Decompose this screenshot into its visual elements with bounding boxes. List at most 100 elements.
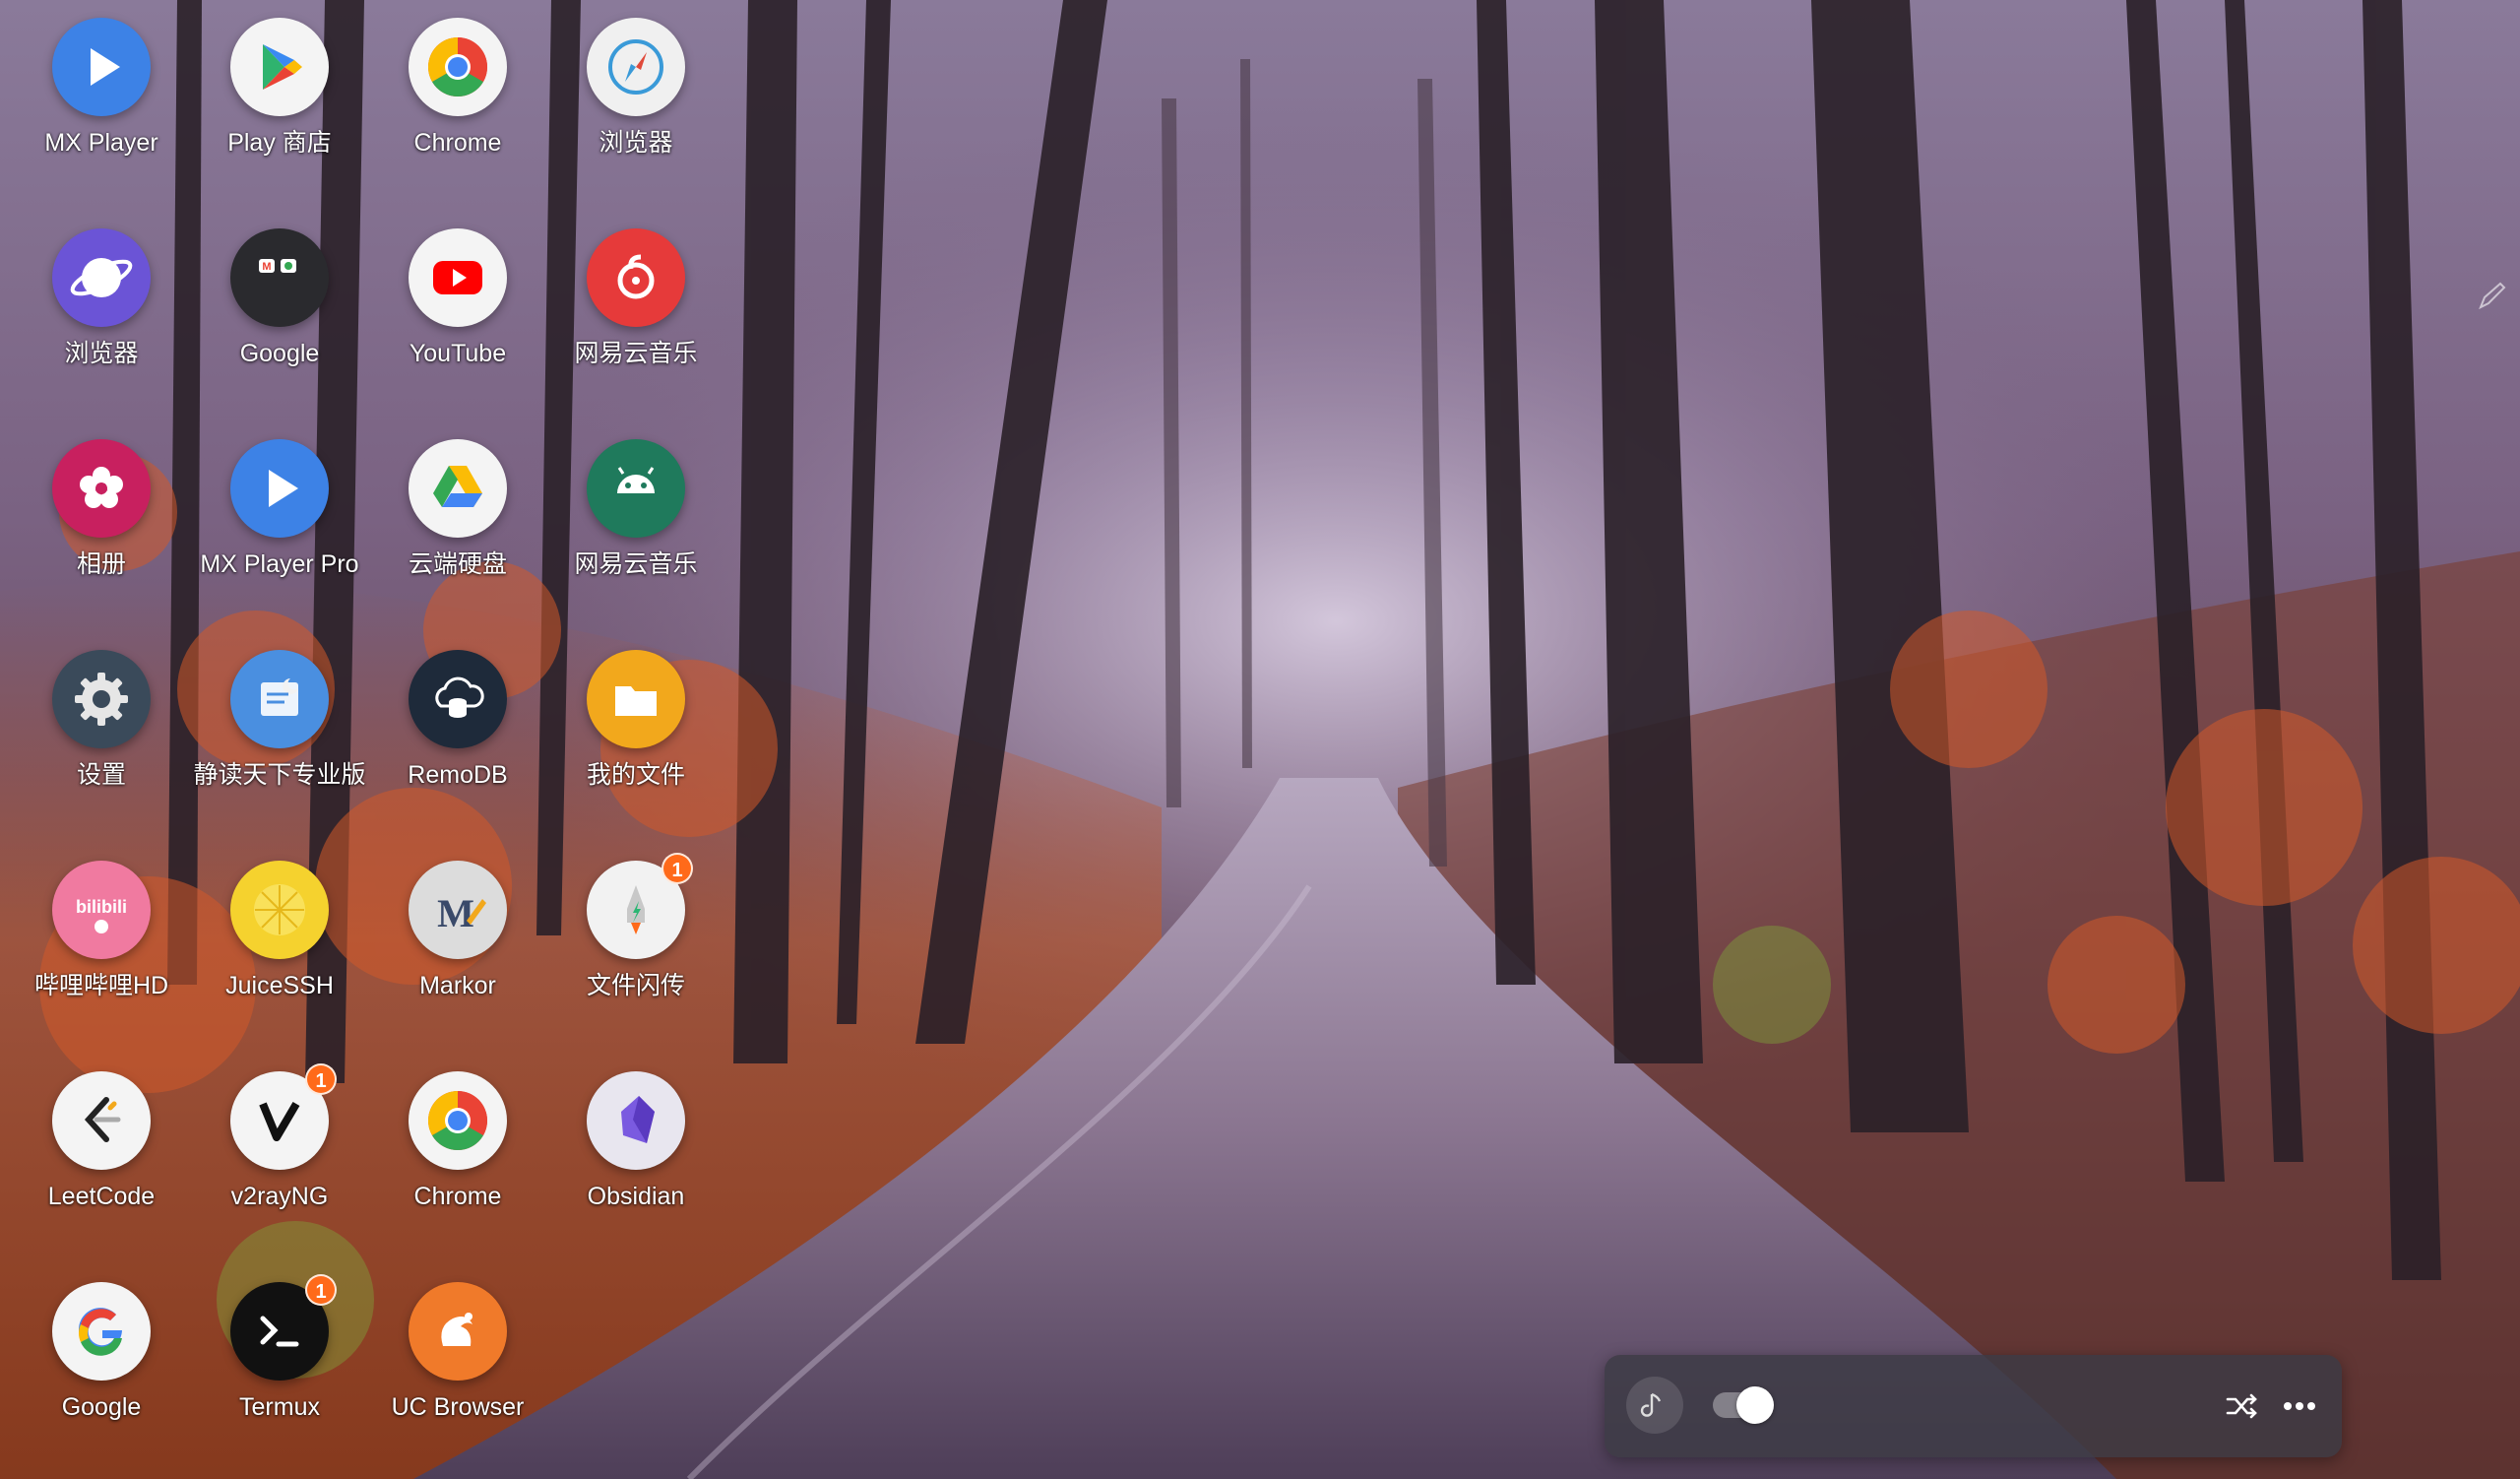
app-label: 哔哩哔哩HD [33,972,169,999]
app-samsung-internet[interactable]: 浏览器 [13,211,190,408]
samsung-internet-icon [52,228,151,327]
app-v2rayng[interactable]: 1 v2rayNG [191,1054,368,1251]
app-label: RemoDB [408,761,508,789]
app-gallery-flower[interactable]: 相册 [13,421,190,618]
app-label: Play 商店 [227,129,332,157]
google-g-icon [52,1282,151,1381]
netease-music-icon [587,228,685,327]
app-icon-wrap [409,1071,507,1170]
android-netease-icon [587,439,685,538]
settings-gear-icon [52,650,151,748]
compass-browser-icon [587,18,685,116]
notification-badge: 1 [305,1274,337,1306]
app-label: Google [61,1393,142,1421]
app-label: 浏览器 [598,129,673,157]
toggle-knob [1736,1386,1774,1424]
app-label: YouTube [409,340,507,367]
app-moon-reader[interactable]: 静读天下专业版 [191,632,368,829]
app-mx-player[interactable]: MX Player [13,0,190,197]
my-files-folder-icon [587,650,685,748]
app-icon-wrap [230,18,329,116]
svg-text:M: M [437,891,474,935]
app-icon-wrap [587,228,685,327]
app-icon-wrap [587,439,685,538]
youtube-icon [409,228,507,327]
app-icon-wrap [52,18,151,116]
moon-reader-icon [230,650,329,748]
app-markor[interactable]: M Markor [369,843,546,1040]
app-google-folder[interactable]: M Google [191,211,368,408]
app-label: 网易云音乐 [574,340,698,367]
app-compass-browser[interactable]: 浏览器 [547,0,724,197]
pencil-edit-icon[interactable] [2475,280,2508,313]
app-icon-wrap [587,650,685,748]
app-icon-wrap [587,1071,685,1170]
svg-text:M: M [262,261,271,273]
app-remodb-cloud[interactable]: RemoDB [369,632,546,829]
play-toggle[interactable] [1713,1386,1774,1424]
app-label: 静读天下专业版 [193,761,366,789]
app-label: 网易云音乐 [574,550,698,578]
app-uc-browser-squirrel[interactable]: UC Browser [369,1264,546,1461]
app-icon-wrap [52,1071,151,1170]
app-youtube[interactable]: YouTube [369,211,546,408]
app-icon-wrap [409,18,507,116]
app-label: 浏览器 [64,340,139,367]
app-icon-wrap [52,650,151,748]
notification-badge: 1 [662,853,693,884]
app-icon-wrap [409,228,507,327]
app-icon-wrap [52,1282,151,1381]
bilibili-icon: bilibili [52,861,151,959]
app-label: UC Browser [391,1393,525,1421]
juicessh-lemon-icon [230,861,329,959]
app-netease-music[interactable]: 网易云音乐 [547,211,724,408]
app-icon-wrap [230,650,329,748]
app-my-files-folder[interactable]: 我的文件 [547,632,724,829]
notification-badge: 1 [305,1063,337,1095]
app-leetcode[interactable]: LeetCode [13,1054,190,1251]
app-label: MX Player [44,129,158,157]
app-icon-wrap: M [409,861,507,959]
mx-player-pro-icon [230,439,329,538]
obsidian-crystal-icon [587,1071,685,1170]
svg-text:bilibili: bilibili [76,897,127,917]
app-label: LeetCode [47,1183,156,1210]
app-chrome[interactable]: Chrome [369,0,546,197]
app-icon-wrap [230,861,329,959]
music-note-icon[interactable] [1626,1377,1683,1434]
app-label: v2rayNG [230,1183,329,1210]
app-chrome[interactable]: Chrome [369,1054,546,1251]
app-google-g[interactable]: Google [13,1264,190,1461]
app-icon-wrap [52,439,151,538]
app-juicessh-lemon[interactable]: JuiceSSH [191,843,368,1040]
app-icon-wrap [409,1282,507,1381]
app-label: 相册 [76,550,126,578]
app-label: Chrome [413,129,502,157]
app-label: Obsidian [587,1183,685,1210]
app-label: 我的文件 [586,761,685,789]
app-icon-wrap [409,439,507,538]
remodb-cloud-icon [409,650,507,748]
app-icon-wrap: M [230,228,329,327]
app-icon-wrap [52,228,151,327]
app-play-store[interactable]: Play 商店 [191,0,368,197]
app-termux-terminal[interactable]: 1 Termux [191,1264,368,1461]
app-mx-player-pro[interactable]: MX Player Pro [191,421,368,618]
mx-player-icon [52,18,151,116]
app-bilibili[interactable]: bilibili 哔哩哔哩HD [13,843,190,1040]
app-icon-wrap: 1 [230,1274,337,1381]
app-label: JuiceSSH [225,972,334,999]
app-android-netease[interactable]: 网易云音乐 [547,421,724,618]
markor-icon: M [409,861,507,959]
app-file-transfer-rocket[interactable]: 1 文件闪传 [547,843,724,1040]
more-dots-icon[interactable] [2278,1384,2321,1428]
app-obsidian-crystal[interactable]: Obsidian [547,1054,724,1251]
app-settings-gear[interactable]: 设置 [13,632,190,829]
app-label: Markor [419,972,496,999]
app-icon-wrap: 1 [587,853,693,959]
gallery-flower-icon [52,439,151,538]
chrome-icon [409,1071,507,1170]
app-label: 设置 [76,761,126,789]
shuffle-icon[interactable] [2221,1384,2264,1428]
app-google-drive[interactable]: 云端硬盘 [369,421,546,618]
